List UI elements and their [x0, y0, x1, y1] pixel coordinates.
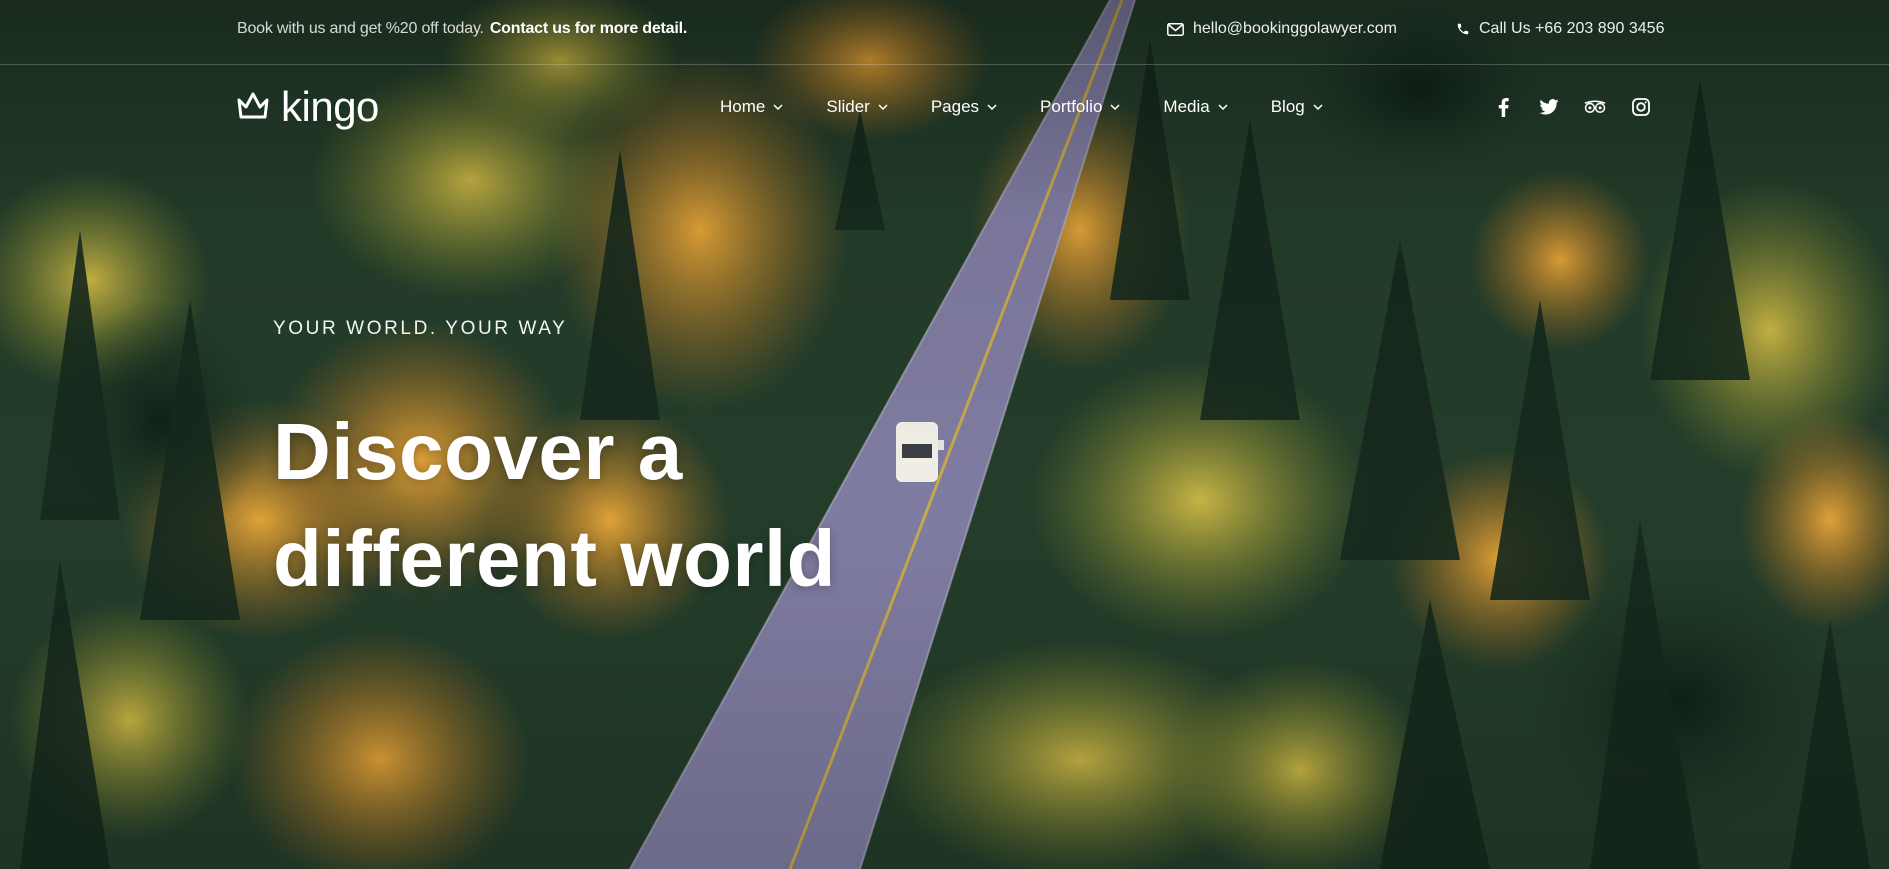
facebook-icon[interactable] — [1492, 96, 1514, 118]
promo-contact-link[interactable]: Contact us for more detail. — [490, 20, 687, 37]
nav-item-slider[interactable]: Slider — [826, 97, 888, 117]
chevron-down-icon — [773, 104, 783, 110]
promo-banner: Book with us and get %20 off today. Conta… — [237, 20, 687, 38]
envelope-icon — [1167, 22, 1184, 36]
chevron-down-icon — [987, 104, 997, 110]
chevron-down-icon — [1218, 104, 1228, 110]
hero-title-line-2: different world — [273, 514, 837, 603]
instagram-icon[interactable] — [1630, 96, 1652, 118]
brand-name: kingo — [281, 83, 379, 130]
phone-number: Call Us +66 203 890 3456 — [1479, 20, 1665, 37]
promo-text: Book with us and get %20 off today. — [237, 20, 484, 37]
nav-item-pages[interactable]: Pages — [931, 97, 997, 117]
nav-item-home[interactable]: Home — [720, 97, 783, 117]
hero-title: Discover a different world — [273, 398, 973, 612]
social-links — [1492, 96, 1652, 118]
email-contact[interactable]: hello@bookinggolawyer.com — [1167, 20, 1397, 38]
top-bar: Book with us and get %20 off today. Conta… — [0, 0, 1889, 65]
nav-item-blog[interactable]: Blog — [1271, 97, 1323, 117]
nav-item-label: Pages — [930, 97, 980, 116]
nav-item-label: Home — [720, 97, 766, 116]
chevron-down-icon — [1313, 104, 1323, 110]
nav-item-portfolio[interactable]: Portfolio — [1040, 97, 1120, 117]
main-nav: Home Slider Pages Portfolio Media Blog — [720, 97, 1366, 117]
email-address: hello@bookinggolawyer.com — [1193, 20, 1397, 37]
brand-logo[interactable]: kingo — [237, 86, 379, 128]
phone-contact[interactable]: Call Us +66 203 890 3456 — [1456, 20, 1664, 38]
nav-item-media[interactable]: Media — [1163, 97, 1228, 117]
nav-item-label: Media — [1163, 97, 1210, 116]
nav-item-label: Slider — [826, 97, 870, 116]
crown-icon — [237, 90, 269, 125]
nav-item-label: Portfolio — [1040, 97, 1103, 116]
phone-icon — [1456, 22, 1470, 36]
tripadvisor-icon[interactable] — [1584, 96, 1606, 118]
chevron-down-icon — [1110, 104, 1120, 110]
hero-eyebrow: YOUR WORLD. YOUR WAY — [273, 318, 568, 339]
chevron-down-icon — [878, 104, 888, 110]
twitter-icon[interactable] — [1538, 96, 1560, 118]
hero-title-line-1: Discover a — [273, 407, 683, 496]
nav-item-label: Blog — [1270, 97, 1305, 116]
